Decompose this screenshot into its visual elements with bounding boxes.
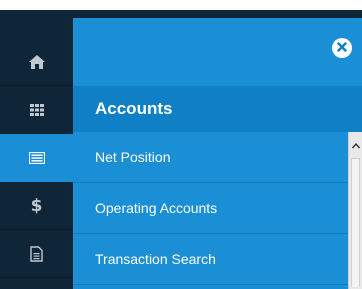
panel-header: [73, 18, 362, 86]
panel-title: Accounts: [73, 86, 362, 132]
scroll-up-icon[interactable]: [350, 140, 362, 152]
home-icon: [28, 54, 45, 69]
rail-item-accounts[interactable]: [0, 134, 73, 182]
rail-item-documents[interactable]: [0, 230, 73, 278]
document-icon: [30, 245, 43, 262]
grid-icon: [29, 103, 44, 116]
rail-item-payments[interactable]: $: [0, 182, 73, 230]
accounts-panel: Accounts Net Position Operating Accounts…: [73, 18, 362, 289]
close-button[interactable]: [332, 38, 352, 58]
dollar-icon: $: [30, 195, 43, 216]
close-circle-icon: [337, 39, 347, 57]
rail-item-grid[interactable]: [0, 86, 73, 134]
scroll-thumb[interactable]: [351, 158, 360, 287]
accounts-menu: Net Position Operating Accounts Transact…: [73, 132, 348, 285]
rail-item-home[interactable]: [0, 38, 73, 86]
icon-rail: $: [0, 18, 73, 289]
top-edge: [0, 0, 362, 10]
menu-scrollbar[interactable]: [348, 132, 362, 289]
header-bar: [0, 10, 362, 18]
list-card-icon: [28, 151, 45, 164]
menu-item-net-position[interactable]: Net Position: [73, 132, 348, 183]
menu-item-transaction-search[interactable]: Transaction Search: [73, 234, 348, 285]
menu-item-operating-accounts[interactable]: Operating Accounts: [73, 183, 348, 234]
